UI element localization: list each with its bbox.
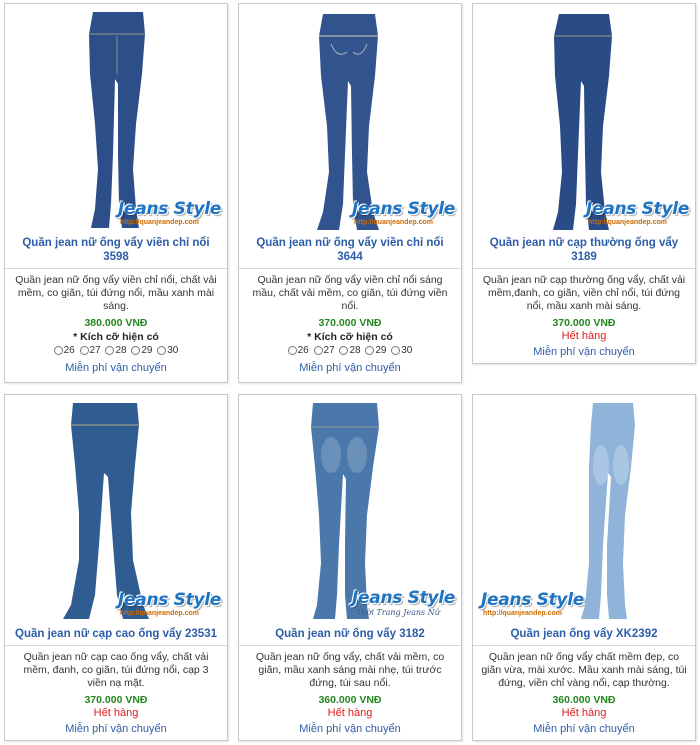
- radio-icon[interactable]: [339, 346, 349, 355]
- product-description: Quần jean nữ cạp cao ống vẩy, chất vải m…: [23, 651, 209, 689]
- out-of-stock-label: Hết hàng: [561, 707, 607, 719]
- product-price: 380.000 VNĐ: [84, 317, 148, 329]
- product-card[interactable]: Jeans Style http://quanjeandep.com Quần …: [238, 3, 462, 383]
- product-card[interactable]: Jeans Style http://quanjeandep.com Quần …: [472, 394, 696, 741]
- product-image[interactable]: Jeans Style http://quanjeandep.com: [5, 4, 227, 236]
- radio-icon[interactable]: [157, 346, 167, 355]
- free-shipping-text: Miễn phí vận chuyển: [299, 723, 401, 735]
- product-image[interactable]: Jeans Style http://quanjeandep.com: [239, 4, 461, 236]
- radio-icon[interactable]: [391, 346, 401, 355]
- product-image[interactable]: Jeans Style http://quanjeandep.com: [5, 395, 227, 627]
- size-radio-26[interactable]: 26: [287, 344, 309, 357]
- product-card[interactable]: Jeans Style http://quanjeandep.com Quần …: [4, 3, 228, 383]
- size-radio-27[interactable]: 27: [79, 344, 101, 357]
- product-card[interactable]: Jeans Style http://quanjeandep.com Quần …: [472, 3, 696, 364]
- product-title[interactable]: Quần jean nữ ống vẩy viền chỉ nổi 3598: [5, 236, 227, 269]
- out-of-stock-label: Hết hàng: [93, 707, 139, 719]
- radio-icon[interactable]: [365, 346, 375, 355]
- product-description: Quần jean nữ cạp thường ống vẩy, chất vả…: [482, 274, 686, 312]
- size-radio-30[interactable]: 30: [157, 344, 178, 357]
- out-of-stock-label: Hết hàng: [327, 707, 373, 719]
- product-title[interactable]: Quần jean nữ ống vẩy 3182: [239, 627, 461, 646]
- product-card[interactable]: Jeans Style http://quanjeandep.com Quần …: [4, 394, 228, 741]
- product-card[interactable]: Jeans Style Thời Trang Jeans Nữ Quần jea…: [238, 394, 462, 741]
- size-radio-28[interactable]: 28: [339, 344, 361, 357]
- product-description: Quần jean nữ ống vẩy viền chỉ nổi, chất …: [15, 274, 217, 312]
- product-title[interactable]: Quần jean nữ cạp thường ống vẩy 3189: [473, 236, 695, 269]
- free-shipping-text: Miễn phí vận chuyển: [65, 362, 167, 374]
- product-description: Quần jean nữ ống vẩy viền chỉ nổi sáng m…: [252, 274, 448, 312]
- watermark: Jeans Style Thời Trang Jeans Nữ: [352, 588, 455, 617]
- radio-icon[interactable]: [53, 346, 63, 355]
- free-shipping-text: Miễn phí vận chuyển: [299, 362, 401, 374]
- product-image[interactable]: Jeans Style http://quanjeandep.com: [473, 4, 695, 236]
- product-price: 360.000 VNĐ: [552, 694, 616, 706]
- sizes-title: * Kích cỡ hiện có: [307, 331, 393, 343]
- size-radio-29[interactable]: 29: [131, 344, 152, 357]
- size-radio-30[interactable]: 30: [391, 344, 412, 357]
- product-price: 370.000 VNĐ: [552, 317, 616, 329]
- watermark: Jeans Style http://quanjeandep.com: [481, 590, 584, 617]
- radio-icon[interactable]: [105, 346, 115, 355]
- product-price: 360.000 VNĐ: [318, 694, 382, 706]
- radio-icon[interactable]: [79, 346, 89, 355]
- free-shipping-text: Miễn phí vận chuyển: [533, 346, 635, 358]
- product-title[interactable]: Quần jean nữ ống vẩy viền chỉ nổi 3644: [239, 236, 461, 269]
- product-image[interactable]: Jeans Style Thời Trang Jeans Nữ: [239, 395, 461, 627]
- sizes-title: * Kích cỡ hiện có: [73, 331, 159, 343]
- size-radio-27[interactable]: 27: [313, 344, 335, 357]
- watermark: Jeans Style http://quanjeandep.com: [118, 199, 221, 226]
- product-title[interactable]: Quần jean ống vẩy XK2392: [473, 627, 695, 646]
- free-shipping-text: Miễn phí vận chuyển: [533, 723, 635, 735]
- out-of-stock-label: Hết hàng: [561, 330, 607, 342]
- watermark: Jeans Style http://quanjeandep.com: [586, 199, 689, 226]
- product-image[interactable]: Jeans Style http://quanjeandep.com: [473, 395, 695, 627]
- product-price: 370.000 VNĐ: [318, 317, 382, 329]
- watermark: Jeans Style http://quanjeandep.com: [118, 590, 221, 617]
- product-title[interactable]: Quần jean nữ cạp cao ống vẩy 23531: [5, 627, 227, 646]
- size-options: 26 27 28 29 30: [239, 344, 461, 359]
- product-description: Quần jean nữ ống vẩy, chất vải mềm, co g…: [255, 651, 445, 689]
- product-price: 370.000 VNĐ: [84, 694, 148, 706]
- product-description: Quần jean nữ ống vẩy chất mềm đẹp, co gi…: [481, 651, 687, 689]
- size-radio-26[interactable]: 26: [53, 344, 75, 357]
- free-shipping-text: Miễn phí vận chuyển: [65, 723, 167, 735]
- size-radio-29[interactable]: 29: [365, 344, 386, 357]
- radio-icon[interactable]: [131, 346, 141, 355]
- watermark: Jeans Style http://quanjeandep.com: [352, 199, 455, 226]
- radio-icon[interactable]: [287, 346, 297, 355]
- radio-icon[interactable]: [313, 346, 323, 355]
- size-options: 26 27 28 29 30: [5, 344, 227, 359]
- size-radio-28[interactable]: 28: [105, 344, 127, 357]
